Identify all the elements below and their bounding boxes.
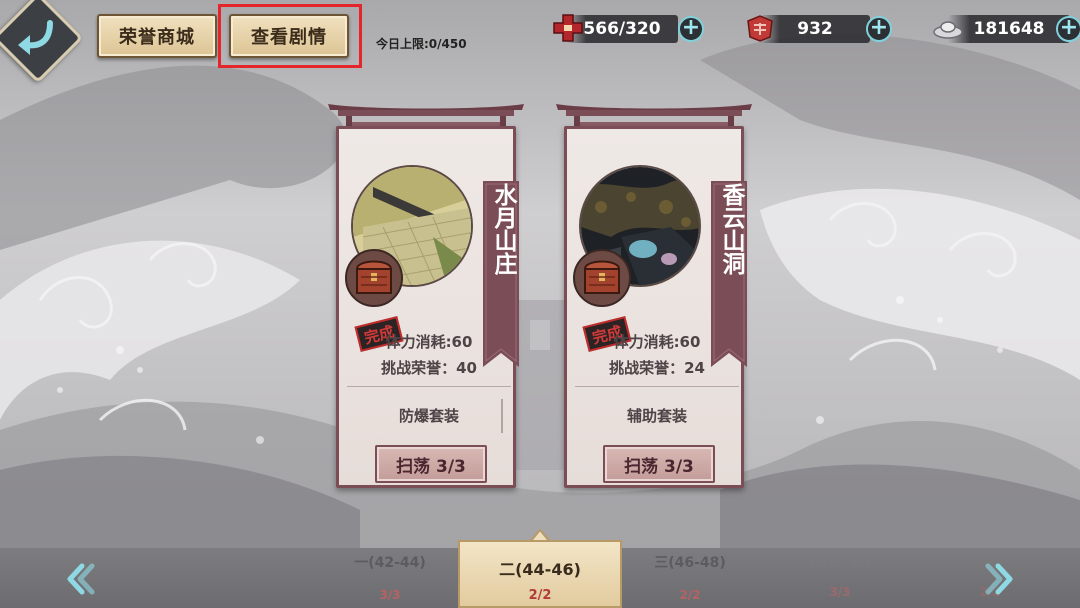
location-name: 水月山庄 (490, 183, 517, 275)
location-name: 香云山洞 (718, 183, 745, 275)
sweep-button[interactable]: 扫荡 3/3 (375, 445, 487, 483)
chapter-tab-4[interactable]: 四(48-50) 3/3 (770, 552, 910, 599)
chapter-name: 三(46-48) (654, 555, 726, 571)
challenge-honor: 挑战荣誉：24 (609, 359, 705, 377)
daily-limit-text: 今日上限:0/450 (376, 37, 467, 51)
chapter-progress: 3/3 (379, 588, 401, 602)
sweep-label: 扫荡 3/3 (396, 456, 466, 477)
health-cross-icon (553, 14, 583, 42)
honor-shop-button[interactable]: 荣誉商城 (97, 14, 217, 58)
stamina-value: 566/320 (583, 19, 661, 39)
chapter-tab-1[interactable]: 一(42-44) 3/3 (320, 552, 460, 602)
chapter-name: 一(42-44) (354, 555, 426, 571)
chapter-name: 四(48-50) (809, 554, 871, 568)
red-token-icon (747, 15, 773, 42)
stamina-cost: 体力消耗:60 (385, 333, 473, 351)
token-value: 932 (797, 19, 833, 39)
chapter-tab-3[interactable]: 三(46-48) 2/2 (620, 552, 760, 602)
sweep-button[interactable]: 扫荡 3/3 (603, 445, 715, 483)
silver-value: 181648 (973, 19, 1045, 39)
reward-set: 防爆套装 (398, 407, 459, 425)
game-screen: 荣誉商城 查看剧情 今日上限:0/450 566/320 + 932 + 181… (0, 0, 1080, 608)
silver-counter: 181648 (948, 15, 1070, 43)
challenge-honor: 挑战荣誉：40 (381, 359, 477, 377)
card-panel: 完成 香云山洞 体力消耗:60 挑战荣誉：24 辅助套装 扫荡 3/3 (564, 126, 747, 488)
stamina-cost: 体力消耗:60 (613, 333, 701, 351)
honor-shop-label: 荣誉商城 (119, 27, 195, 48)
chapter-progress: 2/2 (679, 588, 701, 602)
reward-set: 辅助套装 (626, 407, 687, 425)
dungeon-card[interactable]: 完成 香云山洞 体力消耗:60 挑战荣誉：24 辅助套装 扫荡 3/3 (554, 96, 754, 491)
highlight-frame (218, 4, 362, 68)
arrow-right-icon[interactable] (984, 562, 1018, 596)
add-token-button[interactable]: + (866, 16, 892, 42)
chapter-tab-2[interactable]: 二(44-46) 2/2 (458, 540, 622, 608)
card-panel: 完成 水月山庄 体力消耗:60 挑战荣誉：40 防爆套装 扫荡 3/3 (336, 126, 519, 488)
divider (575, 386, 739, 387)
add-silver-button[interactable]: + (1056, 16, 1080, 42)
sweep-label: 扫荡 3/3 (624, 456, 694, 477)
dungeon-card[interactable]: 完成 水月山庄 体力消耗:60 挑战荣誉：40 防爆套装 扫荡 3/3 (326, 96, 526, 491)
treasure-chest-icon (573, 249, 631, 307)
chapter-name: 二(44-46) (499, 560, 581, 579)
add-stamina-button[interactable]: + (678, 16, 704, 42)
arrow-left-icon[interactable] (62, 562, 96, 596)
token-counter: 932 (760, 15, 870, 43)
card-scrollbar (501, 399, 503, 433)
chapter-progress: 2/2 (528, 588, 552, 603)
silver-ingot-icon (933, 21, 963, 39)
chapter-progress: 3/3 (829, 585, 851, 599)
treasure-chest-icon (345, 249, 403, 307)
divider (347, 386, 511, 387)
back-arrow-icon (18, 20, 53, 55)
wave-background (0, 0, 1080, 608)
